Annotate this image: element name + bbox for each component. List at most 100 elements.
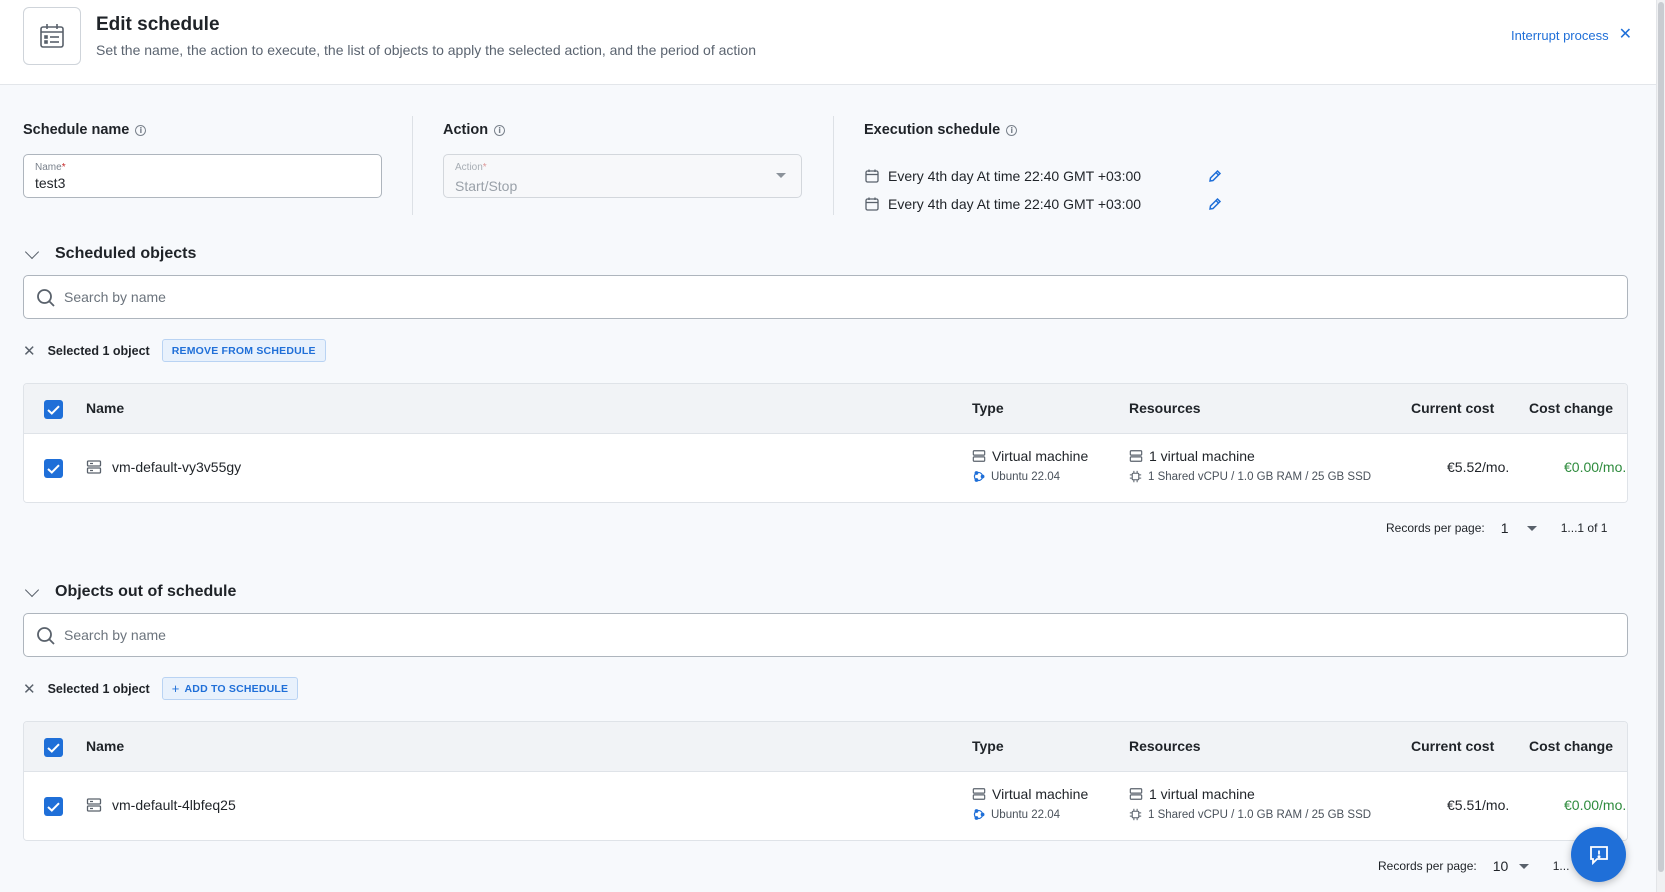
action-label-text: Action — [443, 122, 489, 138]
add-to-schedule-button[interactable]: + ADD TO SCHEDULE — [161, 677, 299, 700]
page-scrollbar[interactable] — [1656, 0, 1665, 892]
selection-bar: ✕ Selected 1 object REMOVE FROM SCHEDULE — [23, 339, 326, 362]
unscheduled-objects-toggle[interactable]: Objects out of schedule — [23, 582, 236, 601]
object-os: Ubuntu 22.04 — [991, 808, 1061, 821]
object-name[interactable]: vm-default-4lbfeq25 — [112, 797, 236, 813]
interrupt-process-label: Interrupt process — [1511, 27, 1609, 43]
scrollbar-thumb[interactable] — [1658, 2, 1664, 872]
checkmark-icon — [47, 801, 60, 812]
column-type[interactable]: Type — [972, 738, 1004, 754]
unscheduled-objects-table: Name Type Resources Current cost Cost ch… — [23, 721, 1628, 841]
object-resources: 1 virtual machine — [1149, 448, 1255, 464]
checkmark-icon — [47, 742, 60, 753]
cost-change: €0.00/mo. — [1564, 459, 1627, 475]
plus-icon: + — [171, 681, 180, 696]
current-cost: €5.52/mo. — [1447, 459, 1510, 475]
table-header: Name Type Resources Current cost Cost ch… — [24, 384, 1627, 434]
action-field-label-text: Action — [455, 162, 483, 173]
chevron-down-icon — [24, 244, 40, 259]
column-resources[interactable]: Resources — [1129, 400, 1201, 416]
object-specs: 1 Shared vCPU / 1.0 GB RAM / 25 GB SSD — [1148, 808, 1372, 821]
select-all-checkbox[interactable] — [44, 400, 63, 419]
server-icon — [86, 460, 102, 474]
page-range: 1...1 of 1 — [1560, 521, 1608, 535]
select-all-checkbox[interactable] — [44, 738, 63, 757]
close-icon: ✕ — [1618, 26, 1632, 43]
scheduled-objects-title: Scheduled objects — [55, 245, 197, 262]
unscheduled-search — [23, 613, 1628, 657]
object-name-cell: vm-default-4lbfeq25 — [86, 797, 236, 813]
column-current-cost[interactable]: Current cost — [1411, 738, 1494, 754]
calendar-icon — [865, 169, 879, 183]
server-icon — [1129, 450, 1143, 462]
object-os: Ubuntu 22.04 — [991, 470, 1061, 483]
edit-pencil-icon[interactable] — [1207, 196, 1223, 212]
calendar-icon — [865, 197, 879, 211]
scheduled-pagination: Records per page: 1 1...1 of 1 — [1386, 520, 1607, 536]
action-label: Action i — [443, 122, 506, 138]
selection-bar: ✕ Selected 1 object + ADD TO SCHEDULE — [23, 677, 299, 700]
search-input[interactable] — [64, 276, 1617, 318]
page-subtitle: Set the name, the action to execute, the… — [96, 42, 756, 58]
table-row[interactable]: vm-default-vy3v55gy Virtual machine Ubun… — [24, 434, 1627, 502]
records-per-page-select[interactable]: 10 — [1493, 858, 1515, 874]
object-name[interactable]: vm-default-vy3v55gy — [112, 459, 241, 475]
cost-change: €0.00/mo. — [1564, 797, 1627, 813]
clear-selection-icon[interactable]: ✕ — [23, 680, 36, 698]
schedule-name-field[interactable]: Name* test3 — [23, 154, 382, 198]
current-cost: €5.51/mo. — [1447, 797, 1510, 813]
search-input[interactable] — [64, 614, 1617, 656]
remove-from-schedule-button[interactable]: REMOVE FROM SCHEDULE — [161, 339, 326, 362]
edit-schedule-page: Edit schedule Set the name, the action t… — [0, 0, 1656, 892]
chevron-down-icon[interactable] — [1526, 525, 1537, 531]
schedule-entry-text: Every 4th day At time 22:40 GMT +03:00 — [888, 168, 1142, 184]
object-specs: 1 Shared vCPU / 1.0 GB RAM / 25 GB SSD — [1148, 470, 1372, 483]
resources-cell: 1 virtual machine 1 Shared vCPU / 1.0 GB… — [1129, 786, 1371, 821]
divider — [412, 116, 413, 215]
unscheduled-pagination: Records per page: 10 1... — [1378, 858, 1569, 874]
page-header: Edit schedule Set the name, the action t… — [0, 0, 1656, 85]
divider — [833, 116, 834, 215]
clear-selection-icon[interactable]: ✕ — [23, 342, 36, 360]
table-row[interactable]: vm-default-4lbfeq25 Virtual machine Ubun… — [24, 772, 1627, 840]
column-resources[interactable]: Resources — [1129, 738, 1201, 754]
chat-icon — [1589, 845, 1608, 865]
column-name[interactable]: Name — [86, 400, 124, 416]
info-icon[interactable]: i — [135, 124, 147, 136]
page-range: 1... — [1552, 859, 1570, 873]
column-name[interactable]: Name — [86, 738, 124, 754]
info-icon[interactable]: i — [1006, 124, 1018, 136]
execution-schedule-label-text: Execution schedule — [864, 122, 1001, 138]
chevron-down-icon[interactable] — [1518, 863, 1529, 869]
selected-count: Selected 1 object — [47, 343, 150, 358]
chevron-down-icon — [24, 582, 40, 597]
type-cell: Virtual machine Ubuntu 22.04 — [972, 448, 1088, 483]
records-per-page-select[interactable]: 1 — [1501, 520, 1523, 536]
action-select[interactable]: Action* Start/Stop — [443, 154, 802, 198]
schedule-name-value[interactable]: test3 — [35, 175, 65, 191]
feedback-button[interactable] — [1571, 827, 1626, 882]
checkmark-icon — [47, 463, 60, 474]
column-type[interactable]: Type — [972, 400, 1004, 416]
object-type: Virtual machine — [992, 448, 1089, 464]
cpu-icon — [1129, 808, 1142, 821]
search-icon — [37, 289, 55, 307]
column-cost-change[interactable]: Cost change — [1529, 738, 1613, 754]
checkmark-icon — [47, 404, 60, 415]
execution-schedule-label: Execution schedule i — [864, 122, 1018, 138]
interrupt-process-button[interactable]: Interrupt process ✕ — [1511, 27, 1632, 43]
column-cost-change[interactable]: Cost change — [1529, 400, 1613, 416]
row-checkbox[interactable] — [44, 459, 63, 478]
scheduled-objects-toggle[interactable]: Scheduled objects — [23, 244, 197, 263]
edit-pencil-icon[interactable] — [1207, 168, 1223, 184]
info-icon[interactable]: i — [494, 124, 506, 136]
row-checkbox[interactable] — [44, 797, 63, 816]
server-icon — [972, 450, 986, 462]
action-field-label: Action* — [455, 162, 487, 173]
column-current-cost[interactable]: Current cost — [1411, 400, 1494, 416]
type-cell: Virtual machine Ubuntu 22.04 — [972, 786, 1088, 821]
schedule-entry: Every 4th day At time 22:40 GMT +03:00 — [864, 196, 1141, 212]
object-type: Virtual machine — [992, 786, 1089, 802]
scheduled-objects-table: Name Type Resources Current cost Cost ch… — [23, 383, 1628, 503]
name-field-label: Name* — [35, 162, 66, 173]
